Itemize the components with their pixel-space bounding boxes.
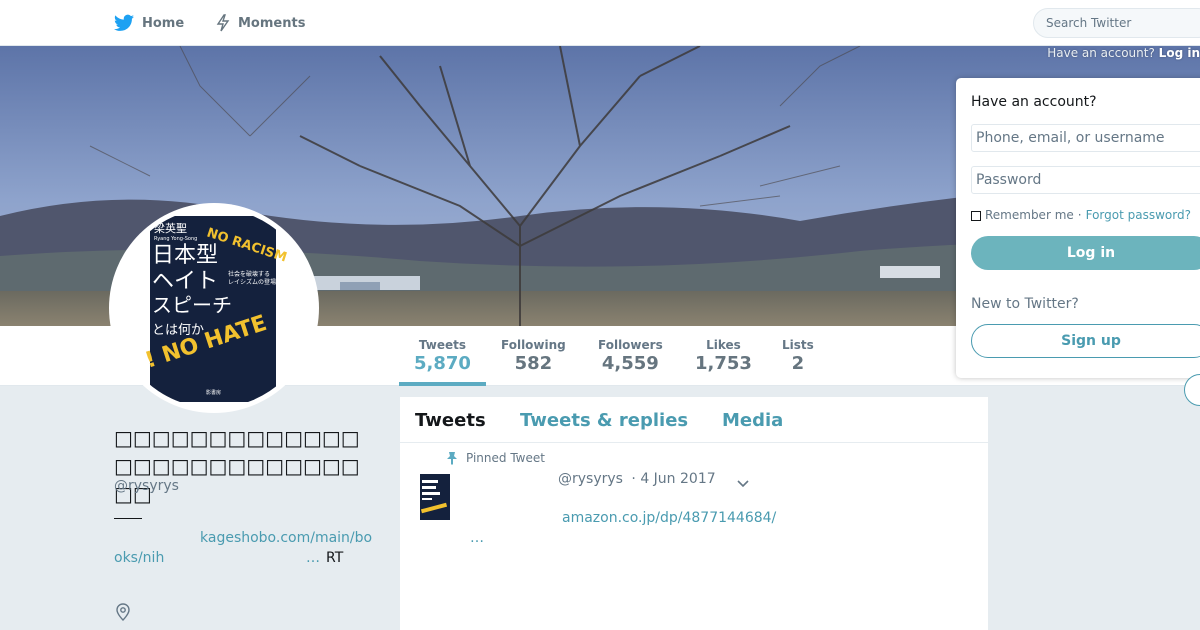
nav-moments-label: Moments: [238, 15, 306, 31]
stat-label: Likes: [706, 338, 741, 352]
book-subtitle-2: レイシズムの登場: [228, 278, 276, 286]
stat-label: Tweets: [418, 338, 467, 352]
book-author: 梁英聖: [154, 221, 187, 235]
stat-lists[interactable]: Lists 2: [782, 338, 814, 374]
signup-button[interactable]: Sign up: [971, 324, 1200, 358]
avatar-book-cover: 梁英聖 Ryang Yong-Song 日本型 ヘイト スピーチ とは何か 社会…: [114, 208, 314, 408]
login-button[interactable]: Log in: [971, 236, 1200, 270]
stat-value: 1,753: [695, 353, 752, 374]
tweet-date[interactable]: · 4 Jun 2017: [631, 471, 715, 487]
stat-followers[interactable]: Followers 4,559: [598, 338, 663, 374]
login-dropdown: Have an account? Remember me · Forgot pa…: [956, 78, 1200, 378]
tweet-menu-button[interactable]: [736, 474, 750, 493]
tab-tweets[interactable]: Tweets: [415, 410, 486, 431]
header-login-hint: Have an account? Log in: [1047, 46, 1200, 60]
stat-label: Following: [501, 338, 566, 352]
remember-separator: ·: [1077, 208, 1082, 222]
remember-label[interactable]: Remember me: [985, 208, 1074, 222]
profile-display-name[interactable]: □□□□□□□□□□□□□□□□□□□□□□□□□□□□: [114, 424, 374, 508]
username-field[interactable]: [971, 124, 1200, 152]
stat-value: 582: [514, 353, 553, 374]
twitter-bird-icon: [114, 14, 134, 31]
remember-checkbox[interactable]: [971, 211, 981, 221]
timeline-tabs: Tweets Tweets & replies Media: [400, 397, 988, 443]
stat-likes[interactable]: Likes 1,753: [695, 338, 752, 374]
bio-ellipsis: …: [306, 550, 320, 566]
header-login-link[interactable]: Log in: [1159, 46, 1200, 60]
remember-row: Remember me · Forgot password?: [971, 208, 1191, 222]
bio-divider: [114, 518, 142, 519]
pinned-text: Pinned Tweet: [466, 451, 545, 465]
tab-tweets-and-replies[interactable]: Tweets & replies: [520, 410, 688, 431]
pinned-tweet-label: Pinned Tweet: [446, 451, 545, 465]
avatar[interactable]: 梁英聖 Ryang Yong-Song 日本型 ヘイト スピーチ とは何か 社会…: [114, 208, 314, 408]
search-input[interactable]: Search Twitter: [1033, 8, 1200, 38]
book-publisher: 影書房: [206, 389, 221, 396]
book-title-3: スピーチ: [152, 293, 232, 317]
bio-link-continued[interactable]: oks/nih: [114, 548, 164, 568]
book-author-romaji: Ryang Yong-Song: [154, 236, 197, 242]
nav-moments[interactable]: Moments: [216, 0, 305, 46]
tweet-avatar[interactable]: [418, 474, 452, 520]
bio-link[interactable]: kageshobo.com/main/bo: [200, 528, 372, 548]
new-to-twitter-label: New to Twitter?: [971, 296, 1079, 312]
login-title: Have an account?: [971, 94, 1097, 110]
location-pin-icon: [115, 603, 131, 625]
book-subtitle-1: 社会を破壊する: [228, 270, 270, 278]
active-stat-underline: [399, 382, 486, 386]
stat-value: 4,559: [601, 353, 659, 374]
stat-following[interactable]: Following 582: [501, 338, 566, 374]
top-navigation-bar: Home Moments Search Twitter: [0, 0, 1200, 46]
stat-tweets[interactable]: Tweets 5,870: [414, 338, 471, 374]
chevron-down-icon: [737, 480, 749, 488]
stat-value: 2: [791, 353, 805, 374]
header-login-hint-text: Have an account?: [1047, 46, 1155, 60]
bio-rt: RT: [326, 550, 344, 566]
stat-label: Followers: [598, 338, 663, 352]
tweet-handle: @rysyrys: [558, 471, 623, 487]
nav-home-label: Home: [142, 15, 185, 31]
stat-label: Lists: [782, 338, 814, 352]
search-placeholder: Search Twitter: [1046, 16, 1132, 30]
tab-media[interactable]: Media: [722, 410, 783, 431]
profile-handle[interactable]: @rysyrys: [114, 478, 179, 494]
tweet-link[interactable]: amazon.co.jp/dp/4877144684/: [562, 510, 776, 526]
tweet-author[interactable]: @rysyrys · 4 Jun 2017: [558, 471, 716, 487]
pin-icon: [447, 452, 457, 465]
tweet-ellipsis: …: [470, 530, 484, 546]
stat-value: 5,870: [414, 353, 471, 374]
lightning-icon: [216, 14, 230, 32]
book-title-2: ヘイト: [152, 269, 218, 294]
nav-home[interactable]: Home: [114, 0, 184, 46]
book-title-1: 日本型: [152, 243, 218, 268]
forgot-password-link[interactable]: Forgot password?: [1086, 208, 1191, 222]
password-field[interactable]: [971, 166, 1200, 194]
